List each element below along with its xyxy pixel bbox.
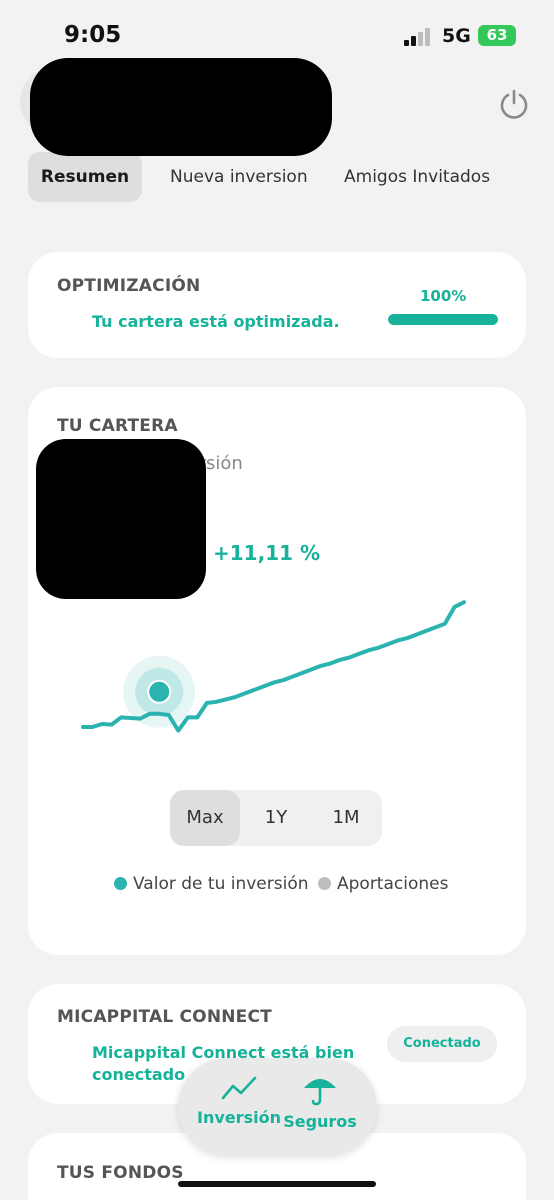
trend-line-icon: [221, 1076, 257, 1100]
optimization-progress-bar: [388, 314, 498, 325]
legend-label: Aportaciones: [337, 874, 449, 894]
home-indicator: [178, 1181, 376, 1187]
connect-status-badge[interactable]: Conectado: [387, 1026, 497, 1062]
gain-percent: +11,11 %: [213, 541, 321, 565]
optimization-progress-fill: [388, 314, 498, 325]
portfolio-chart[interactable]: [28, 587, 526, 747]
nav-inversion[interactable]: Inversión: [194, 1074, 284, 1127]
power-icon[interactable]: [498, 88, 530, 120]
legend-dot-icon: [114, 877, 127, 890]
nav-seguros[interactable]: Seguros: [275, 1074, 365, 1131]
range-1m-button[interactable]: 1M: [312, 790, 380, 846]
tab-amigos-invitados[interactable]: Amigos Invitados: [344, 152, 490, 202]
tab-nueva-inversion[interactable]: Nueva inversion: [170, 152, 308, 202]
battery-icon: 63: [478, 25, 516, 46]
portfolio-title: TU CARTERA: [57, 416, 178, 436]
network-type: 5G: [442, 25, 471, 47]
nav-seguros-label: Seguros: [283, 1112, 357, 1131]
range-max-button[interactable]: Max: [170, 790, 240, 846]
legend-dot-icon: [318, 877, 331, 890]
legend-investment-value: Valor de tu inversión: [114, 874, 309, 896]
nav-inversion-label: Inversión: [197, 1108, 281, 1127]
connect-title: MICAPPITAL CONNECT: [57, 1007, 272, 1027]
status-time: 9:05: [64, 22, 122, 48]
bottom-nav: Inversión Seguros: [178, 1058, 377, 1156]
signal-strength-icon: [404, 26, 434, 46]
optimization-title: OPTIMIZACIÓN: [57, 276, 201, 296]
optimization-percent: 100%: [420, 287, 467, 305]
legend-contributions: Aportaciones: [318, 874, 448, 896]
current-point-marker[interactable]: [147, 679, 172, 704]
battery-level: 63: [486, 26, 508, 44]
range-selector: Max 1Y 1M: [170, 790, 382, 846]
optimization-message: Tu cartera está optimizada.: [92, 312, 340, 331]
status-bar: 9:05 5G 63: [0, 0, 554, 64]
redaction-mark: [30, 58, 332, 156]
funds-title: TUS FONDOS: [57, 1163, 184, 1183]
redaction-mark: [36, 439, 206, 599]
optimization-card: OPTIMIZACIÓN Tu cartera está optimizada.…: [28, 252, 526, 358]
umbrella-icon: [304, 1079, 336, 1106]
tab-resumen[interactable]: Resumen: [28, 152, 142, 202]
top-tabs: Resumen Nueva inversion Amigos Invitados: [28, 152, 554, 204]
range-1y-button[interactable]: 1Y: [242, 790, 310, 846]
legend-label: Valor de tu inversión: [133, 874, 309, 894]
portfolio-card: TU CARTERA Valor de tu inversión +11,11 …: [28, 387, 526, 955]
